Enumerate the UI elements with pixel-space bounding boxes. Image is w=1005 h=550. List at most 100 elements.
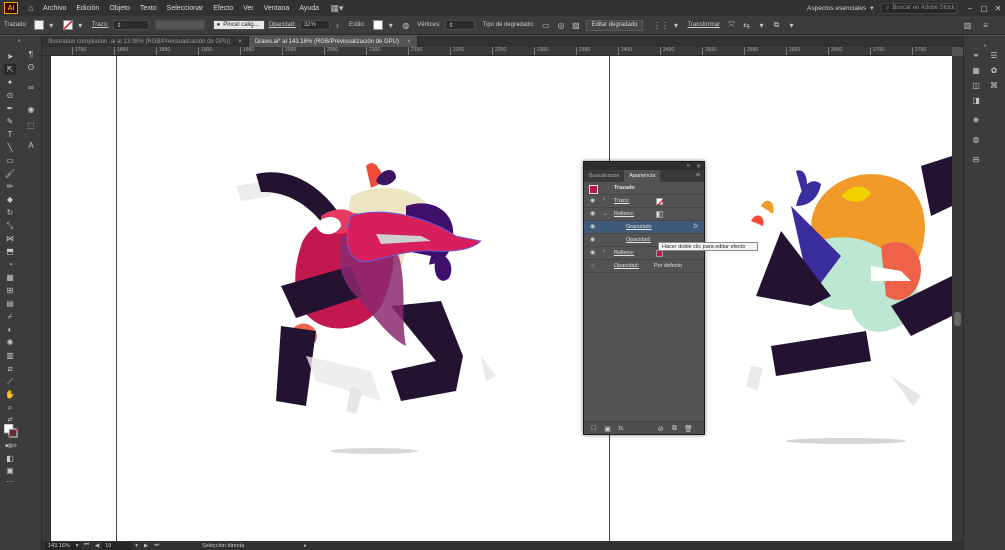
stroke-weight-input[interactable]: ⇕	[112, 20, 149, 30]
chevron-down-icon[interactable]: ▾	[671, 20, 682, 31]
vertical-scrollbar[interactable]	[952, 56, 963, 541]
menu-ver[interactable]: Ver	[238, 5, 259, 12]
touch-type-tool-icon[interactable]: A	[25, 140, 37, 151]
direct-selection-tool-icon[interactable]: ⇱	[4, 64, 16, 75]
clear-appearance-icon[interactable]: ⊘	[656, 424, 665, 433]
close-icon[interactable]: ✕	[991, 4, 1005, 13]
tab-illustration-compilation[interactable]: Illustration compilation .ai al 13.08% (…	[42, 36, 249, 47]
chevron-down-icon[interactable]: ▾	[385, 20, 396, 31]
menu-archivo[interactable]: Archivo	[38, 5, 71, 12]
selection-tool-icon[interactable]: ➤	[4, 51, 16, 62]
paintbrush-tool-icon[interactable]: 🖌	[4, 168, 16, 179]
magic-wand-tool-icon[interactable]: ✦	[4, 77, 16, 88]
eyedropper-tool-icon[interactable]: ⌿	[4, 311, 16, 322]
next-artboard-icon[interactable]: ▶	[144, 543, 148, 549]
appearance-icon[interactable]: ◍	[970, 134, 982, 145]
hand-tool-icon[interactable]: ✋	[4, 389, 16, 400]
pencil-tool-icon[interactable]: ✏	[4, 181, 16, 192]
free-transform-tool-icon[interactable]: ⬒	[4, 246, 16, 257]
close-icon[interactable]: ✕	[696, 163, 701, 170]
character-right[interactable]	[746, 156, 952, 406]
visibility-eye-icon[interactable]: ◉	[590, 263, 599, 270]
edit-gradient-button[interactable]: Editar degradado	[586, 19, 643, 31]
close-icon[interactable]: ×	[238, 39, 242, 45]
stroke-row-label[interactable]: Trazo:	[614, 198, 629, 204]
tab-buscatrazos[interactable]: Buscatrazos	[584, 170, 624, 182]
fill-row[interactable]: ◉ ⌄ Relleno:	[584, 208, 704, 221]
chevron-right-icon[interactable]: ›	[603, 197, 605, 203]
visibility-eye-icon[interactable]: ◉	[590, 224, 599, 231]
chevron-down-icon[interactable]: ▾	[75, 20, 86, 31]
vertices-input[interactable]: ⇕	[444, 20, 475, 30]
stroke-swatch[interactable]	[62, 20, 73, 30]
mesh-tool-icon[interactable]: ⊞	[4, 285, 16, 296]
fill-opacity-label[interactable]: Opacidad:	[626, 237, 651, 243]
chevron-down-icon[interactable]: ▾	[756, 20, 767, 31]
add-new-fill-icon[interactable]: ▣	[603, 424, 612, 433]
freeform-gradient-icon[interactable]: ▨	[570, 20, 581, 31]
stroke-row[interactable]: ◉ › Trazo:	[584, 195, 704, 208]
panel-arrange-icon[interactable]: ▥	[962, 20, 973, 31]
visibility-eye-icon[interactable]: ◉	[590, 237, 599, 244]
recolor-artwork-icon[interactable]: ◍	[400, 20, 411, 31]
align-panel-icon[interactable]: ⊟	[970, 154, 982, 165]
linear-gradient-icon[interactable]: ▭	[540, 20, 551, 31]
duplicate-item-icon[interactable]: ⧉	[670, 424, 679, 433]
menu-seleccionar[interactable]: Seleccionar	[162, 5, 209, 12]
type-tool-icon[interactable]: T	[4, 129, 16, 140]
transparency-icon[interactable]: ◨	[970, 95, 982, 106]
panel-titlebar[interactable]: « ✕	[584, 162, 704, 170]
opacity-label[interactable]: Opacidad:	[269, 22, 296, 28]
chevron-down-icon[interactable]: ▾	[786, 20, 797, 31]
pathfinder-icon[interactable]: ⧉	[771, 20, 782, 31]
chevron-right-icon[interactable]: ›	[603, 249, 605, 255]
fill-swatch-2[interactable]	[656, 250, 663, 257]
minimize-icon[interactable]: –	[963, 4, 977, 13]
home-icon[interactable]: ⌂	[24, 2, 38, 14]
delete-item-icon[interactable]: 🗑	[684, 424, 693, 433]
library-icon[interactable]: ☰	[988, 50, 1000, 61]
width-tool-icon[interactable]: ⋈	[4, 233, 16, 244]
adobe-stock-search-input[interactable]: ⌕ Buscar en Adobe Stock	[881, 2, 957, 14]
grain-effect-label[interactable]: Granulado	[626, 224, 652, 230]
opacity-row-label[interactable]: Opacidad:	[614, 263, 639, 269]
visibility-eye-icon[interactable]: ◉	[590, 211, 599, 218]
chevron-down-icon[interactable]: ⌄	[603, 210, 608, 217]
workspace-switcher[interactable]: Aspectos esenciales ▾	[803, 2, 875, 14]
zoom-tool-icon[interactable]: ⌕	[4, 402, 16, 413]
control-bar-menu-icon[interactable]: ≡	[980, 20, 991, 31]
brushes-icon[interactable]: ✿	[988, 65, 1000, 76]
tab-apariencia[interactable]: Apariencia	[624, 170, 661, 182]
symbol-sprayer-tool-icon[interactable]: ✺	[4, 337, 16, 348]
puppet-warp-tool-icon[interactable]: ⬚	[25, 120, 37, 131]
fill-row-label[interactable]: Relleno:	[614, 211, 634, 217]
chevron-down-icon[interactable]: ▾	[46, 20, 57, 31]
add-new-effect-icon[interactable]: fx.	[617, 424, 626, 433]
tab-draws[interactable]: Draws.ai* al 143.16% (RGB/Previsualizaci…	[248, 36, 418, 47]
slice-tool-icon[interactable]: ⧄	[4, 363, 16, 374]
graphic-styles-icon[interactable]: ⌘	[988, 80, 1000, 91]
lasso-select-icon[interactable]: ⊙	[4, 90, 16, 101]
close-icon[interactable]: ×	[407, 39, 411, 45]
column-graph-tool-icon[interactable]: ▥	[4, 350, 16, 361]
drawing-modes-icon[interactable]: ◧	[4, 453, 16, 464]
rotate-view-icon[interactable]: ∞	[25, 82, 37, 93]
panel-menu-icon[interactable]: ≡	[696, 172, 700, 179]
visibility-eye-icon[interactable]: ◉	[590, 198, 599, 205]
opacity-row[interactable]: ◉ Opacidad: Por defecto	[584, 260, 704, 273]
menu-texto[interactable]: Texto	[135, 5, 162, 12]
artboard-number-field[interactable]: 19	[102, 541, 133, 550]
color-mode-icons[interactable]: ■▨⊘	[4, 441, 18, 452]
scrollbar-thumb[interactable]	[954, 312, 961, 326]
pen-tool-icon[interactable]: ✒	[4, 103, 16, 114]
menu-ayuda[interactable]: Ayuda	[294, 5, 324, 12]
last-artboard-icon[interactable]: ⏭	[154, 542, 159, 549]
opacity-input[interactable]: 32%	[299, 20, 330, 30]
maximize-icon[interactable]: ▢	[977, 4, 991, 13]
scale-tool-icon[interactable]: ⤡	[4, 220, 16, 231]
chevron-right-icon[interactable]: ›	[332, 20, 343, 31]
artboard-canvas[interactable]	[51, 56, 952, 541]
reflect-icon[interactable]: ⇆	[741, 20, 752, 31]
collapse-icon[interactable]: «	[4, 38, 34, 44]
curvature-tool-icon[interactable]: ✎	[4, 116, 16, 127]
